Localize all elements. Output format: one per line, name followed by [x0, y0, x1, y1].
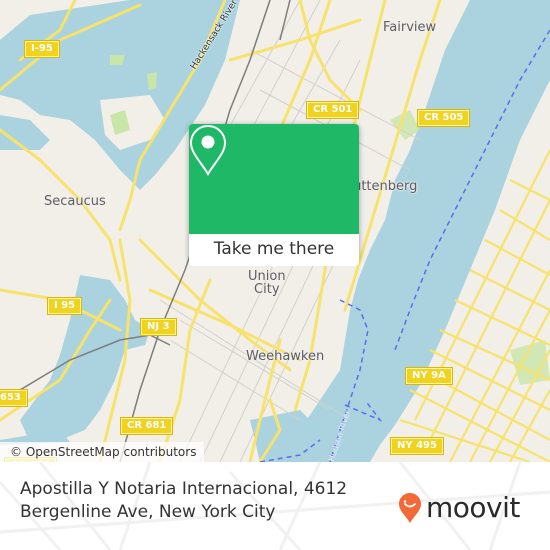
- place-label-fairview: Fairview: [383, 20, 437, 35]
- road-shield-cr505: CR 505: [416, 109, 471, 127]
- place-label-union-city: Union City: [248, 269, 286, 297]
- moovit-logo[interactable]: moovit: [398, 490, 520, 526]
- location-pin-icon: [189, 124, 227, 176]
- popup-pointer: [266, 260, 282, 268]
- place-label-secaucus: Secaucus: [44, 194, 106, 209]
- map-view[interactable]: Fairview Secaucus Guttenberg Union City …: [0, 0, 550, 462]
- location-popup: Take me there: [189, 124, 359, 268]
- road-shield-i95-south: I 95: [46, 297, 83, 315]
- map-attribution[interactable]: © OpenStreetMap contributors: [0, 442, 205, 462]
- road-shield-ny495: NY 495: [390, 437, 444, 455]
- moovit-wordmark: moovit: [426, 491, 520, 524]
- moovit-pin-icon: [399, 493, 421, 523]
- popup-header: [189, 124, 359, 234]
- place-title: Apostilla Y Notaria Internacional, 4612 …: [20, 479, 348, 522]
- road-shield-i95-north: I-95: [24, 40, 60, 58]
- road-shield-cr501: CR 501: [305, 101, 360, 119]
- place-label-weehawken: Weehawken: [246, 349, 325, 364]
- road-shield-cr653-upper: 653: [0, 389, 28, 407]
- road-shield-cr681: CR 681: [119, 417, 174, 435]
- road-shield-nj3: NJ 3: [140, 318, 177, 336]
- road-shield-ny9a: NY 9A: [405, 367, 453, 385]
- place-footer: Apostilla Y Notaria Internacional, 4612 …: [0, 462, 550, 550]
